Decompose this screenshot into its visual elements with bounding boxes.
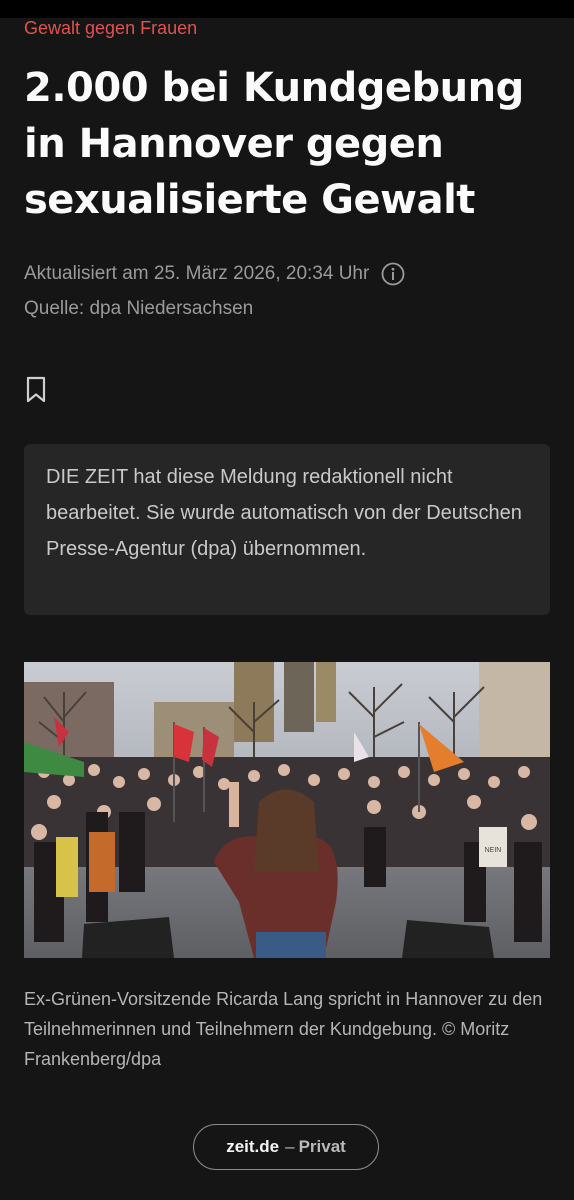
dpa-notice-box: DIE ZEIT hat diese Meldung redaktionell … <box>24 444 550 615</box>
browser-address-pill[interactable]: zeit.de – Privat <box>193 1124 379 1170</box>
photo-sign-text: NEIN <box>485 847 502 854</box>
updated-timestamp: Aktualisiert am 25. März 2026, 20:34 Uhr <box>24 263 370 284</box>
article-headline: 2.000 bei Kundgebung in Hannover gegen s… <box>24 65 524 223</box>
info-icon[interactable] <box>381 262 405 286</box>
bookmark-icon[interactable] <box>24 376 48 404</box>
article-page: Gewalt gegen Frauen 2.000 bei Kundgebung… <box>0 18 574 1200</box>
photo-caption: Ex-Grünen-Vorsitzende Ricarda Lang spric… <box>24 989 543 1069</box>
updated-line: Aktualisiert am 25. März 2026, 20:34 Uhr <box>24 256 405 291</box>
address-domain: zeit.de <box>226 1137 280 1156</box>
article-kicker[interactable]: Gewalt gegen Frauen <box>24 18 197 39</box>
source-line: Quelle: dpa Niedersachsen <box>24 298 254 319</box>
private-mode-label: Privat <box>298 1137 346 1156</box>
article-meta: Aktualisiert am 25. März 2026, 20:34 Uhr… <box>24 256 405 326</box>
address-separator: – <box>285 1137 295 1156</box>
article-photo[interactable]: NEIN <box>24 662 550 958</box>
